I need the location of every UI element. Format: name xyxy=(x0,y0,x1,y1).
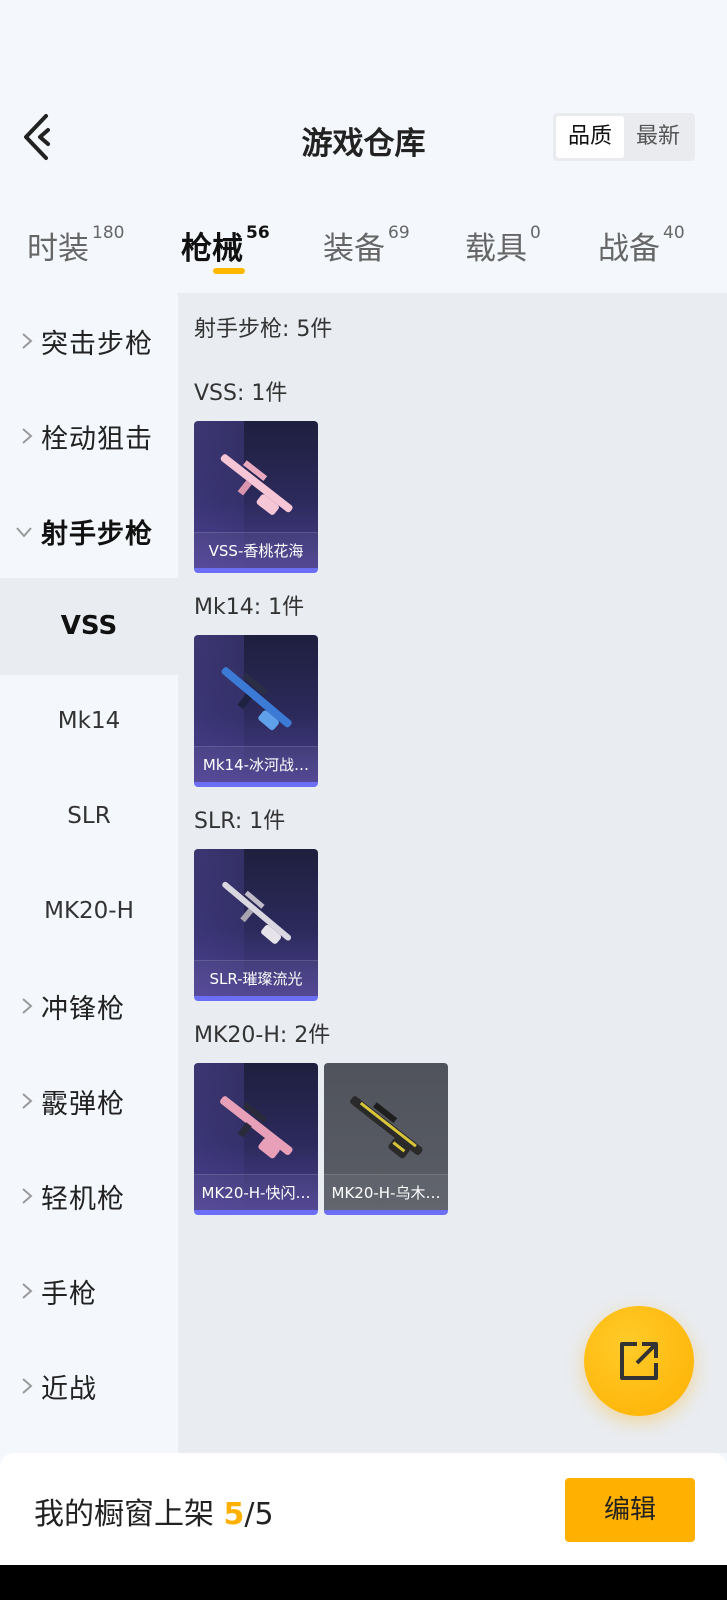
tab-label: 枪械 xyxy=(181,231,243,267)
sidebar-item-label: 突击步枪 xyxy=(41,329,153,360)
tab-label: 战备 xyxy=(598,231,660,267)
showcase-label: 我的橱窗上架 xyxy=(34,1497,214,1532)
tab-vehicles[interactable]: 载具 0 xyxy=(465,223,541,268)
sidebar-item-pistol[interactable]: 手枪 xyxy=(0,1243,178,1340)
sidebar-item-label: 冲锋枪 xyxy=(41,994,125,1025)
weapon-category-sidebar: 突击步枪 栓动狙击 射手步枪 VSS Mk14 SLR MK20-H 冲锋枪 霰… xyxy=(0,293,178,1453)
sidebar-item-label: 栓动狙击 xyxy=(41,424,153,455)
chevron-right-icon xyxy=(22,1093,33,1109)
group-title-mk20h: MK20-H: 2件 xyxy=(194,1023,331,1048)
weapon-name: MK20-H-乌木… xyxy=(324,1174,448,1210)
sidebar-item-label: 近战 xyxy=(41,1374,97,1405)
chevron-right-icon xyxy=(22,998,33,1014)
sort-toggle: 品质 最新 xyxy=(553,113,695,161)
tab-count: 180 xyxy=(92,223,125,243)
sort-newest-button[interactable]: 最新 xyxy=(624,116,692,158)
showcase-total-count: 5 xyxy=(254,1497,274,1532)
tab-count: 56 xyxy=(246,223,270,243)
showcase-bar: 我的橱窗上架 5/5 编辑 xyxy=(0,1453,727,1565)
weapon-list: 射手步枪: 5件 VSS: 1件 VSS-香桃花海 Mk14: 1件 Mk14-… xyxy=(178,293,727,1453)
weapon-card[interactable]: SLR-璀璨流光 xyxy=(194,849,318,1001)
weapon-card[interactable]: MK20-H-乌木… xyxy=(324,1063,448,1215)
weapon-card[interactable]: MK20-H-快闪… xyxy=(194,1063,318,1215)
rifle-image-icon xyxy=(220,1096,293,1159)
showcase-status: 我的橱窗上架 5/5 xyxy=(34,1489,274,1533)
weapon-name: MK20-H-快闪… xyxy=(194,1174,318,1210)
share-icon xyxy=(620,1342,658,1380)
tab-fashion[interactable]: 时装 180 xyxy=(27,223,124,268)
sidebar-item-lmg[interactable]: 轻机枪 xyxy=(0,1148,178,1245)
share-button[interactable] xyxy=(584,1306,694,1416)
tab-supplies[interactable]: 战备 40 xyxy=(598,223,685,268)
summary-count: 射手步枪: 5件 xyxy=(194,317,333,342)
sidebar-subitem-vss[interactable]: VSS xyxy=(0,578,178,675)
sidebar-item-shotgun[interactable]: 霰弹枪 xyxy=(0,1053,178,1150)
group-title-slr: SLR: 1件 xyxy=(194,809,286,834)
sidebar-item-smg[interactable]: 冲锋枪 xyxy=(0,958,178,1055)
chevron-right-icon xyxy=(22,1378,33,1394)
sidebar-item-label: 轻机枪 xyxy=(41,1184,125,1215)
sidebar-subitem-slr[interactable]: SLR xyxy=(0,768,178,865)
sidebar-item-label: 霰弹枪 xyxy=(41,1089,125,1120)
rifle-image-icon xyxy=(350,1096,423,1159)
chevron-right-icon xyxy=(22,333,33,349)
sidebar-item-label: 手枪 xyxy=(41,1279,97,1310)
rifle-image-icon xyxy=(220,454,293,515)
chevron-down-icon xyxy=(16,527,32,538)
sidebar-item-bolt-sniper[interactable]: 栓动狙击 xyxy=(0,388,178,485)
header: 游戏仓库 品质 最新 xyxy=(0,100,727,180)
weapon-card[interactable]: Mk14-冰河战… xyxy=(194,635,318,787)
sidebar-item-label: 射手步枪 xyxy=(41,519,153,550)
tab-label: 装备 xyxy=(323,231,385,267)
showcase-current-count: 5 xyxy=(223,1497,245,1532)
chevron-right-icon xyxy=(22,1283,33,1299)
sidebar-subitem-mk14[interactable]: Mk14 xyxy=(0,673,178,770)
sidebar-subitem-mk20h[interactable]: MK20-H xyxy=(0,863,178,960)
weapon-name: Mk14-冰河战… xyxy=(194,746,318,782)
sidebar-item-assault-rifle[interactable]: 突击步枪 xyxy=(0,293,178,390)
weapon-name: VSS-香桃花海 xyxy=(194,532,318,568)
system-nav-bar xyxy=(0,1565,727,1600)
chevron-right-icon xyxy=(22,428,33,444)
sidebar-item-marksman-rifle[interactable]: 射手步枪 xyxy=(0,483,178,580)
weapon-card[interactable]: VSS-香桃花海 xyxy=(194,421,318,573)
category-tabs: 时装 180 枪械 56 装备 69 载具 0 战备 40 xyxy=(0,215,727,285)
showcase-separator: / xyxy=(244,1497,255,1532)
edit-button[interactable]: 编辑 xyxy=(565,1478,695,1542)
rifle-image-icon xyxy=(221,667,292,731)
active-tab-indicator xyxy=(213,268,245,274)
sidebar-item-melee[interactable]: 近战 xyxy=(0,1338,178,1435)
group-title-vss: VSS: 1件 xyxy=(194,381,288,406)
sort-quality-button[interactable]: 品质 xyxy=(556,116,624,158)
group-title-mk14: Mk14: 1件 xyxy=(194,595,305,620)
chevron-right-icon xyxy=(22,1188,33,1204)
tab-label: 载具 xyxy=(465,231,527,267)
tab-count: 0 xyxy=(530,223,541,243)
tab-guns[interactable]: 枪械 56 xyxy=(181,223,270,268)
tab-label: 时装 xyxy=(27,231,89,267)
tab-equipment[interactable]: 装备 69 xyxy=(323,223,410,268)
rifle-image-icon xyxy=(222,881,292,944)
tab-count: 40 xyxy=(663,223,685,243)
tab-count: 69 xyxy=(388,223,410,243)
weapon-name: SLR-璀璨流光 xyxy=(194,960,318,996)
